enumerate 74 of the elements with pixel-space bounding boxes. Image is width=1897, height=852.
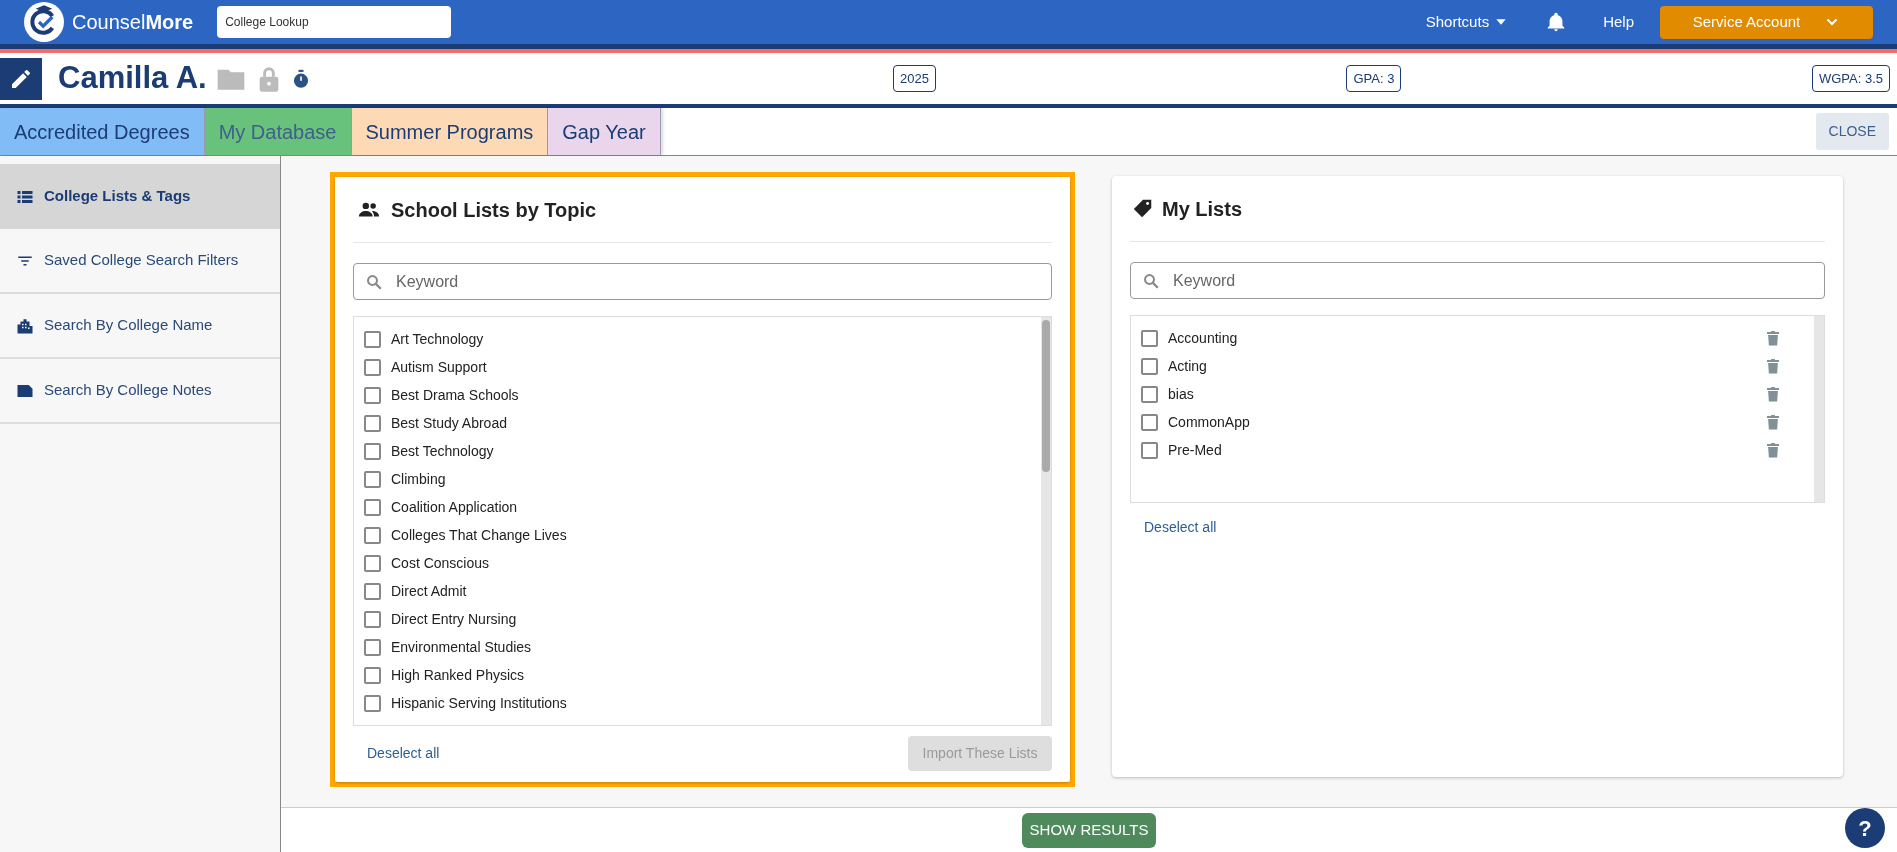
list-label: Autism Support — [391, 357, 487, 377]
list-label: Environmental Studies — [391, 637, 532, 657]
checkbox[interactable] — [364, 470, 381, 488]
wgpa-badge: WGPA: 3.5 — [1811, 64, 1890, 93]
list-label: bias — [1168, 384, 1195, 404]
scrollbar-track[interactable] — [1041, 317, 1051, 725]
sidebar-item[interactable]: College Lists & Tags — [0, 164, 280, 229]
checkbox[interactable] — [1141, 357, 1158, 375]
close-button[interactable]: CLOSE — [1815, 113, 1889, 150]
scrollbar-thumb[interactable] — [1042, 320, 1050, 472]
card-title: School Lists by Topic — [391, 197, 597, 223]
tab[interactable]: Gap Year — [548, 108, 661, 155]
card-title: My Lists — [1162, 196, 1243, 222]
search-icon — [365, 273, 383, 291]
checkbox[interactable] — [364, 358, 381, 376]
trash-icon[interactable] — [1764, 384, 1782, 404]
shortcuts-dropdown[interactable]: Shortcuts — [1419, 9, 1516, 35]
checkbox[interactable] — [1141, 385, 1158, 403]
checkbox[interactable] — [364, 694, 381, 712]
trash-icon[interactable] — [1764, 328, 1782, 348]
checkbox[interactable] — [364, 610, 381, 628]
checkbox[interactable] — [364, 442, 381, 460]
list-label: Pre-Med — [1168, 440, 1223, 460]
trash-icon[interactable] — [1764, 356, 1782, 376]
list-label: Best Drama Schools — [391, 385, 519, 405]
student-name: Camilla A. — [58, 59, 207, 98]
list-label: Best Study Abroad — [391, 413, 507, 433]
show-results-button[interactable]: SHOW RESULTS — [1021, 812, 1157, 848]
tab[interactable]: Accredited Degrees — [0, 108, 205, 155]
checkbox[interactable] — [1141, 413, 1158, 431]
checkbox[interactable] — [1141, 441, 1158, 459]
list-label: Art Technology — [391, 329, 484, 349]
sidebar-item[interactable]: Saved College Search Filters — [0, 229, 280, 294]
list-label: Best Technology — [391, 441, 494, 461]
trash-icon[interactable] — [1764, 440, 1782, 460]
deselect-all-link[interactable]: Deselect all — [367, 743, 440, 764]
tag-icon — [1132, 197, 1154, 220]
checkbox[interactable] — [364, 526, 381, 544]
search-icon — [1142, 272, 1160, 290]
tab[interactable]: Summer Programs — [351, 108, 549, 155]
sidebar-item[interactable]: Search By College Notes — [0, 359, 280, 424]
deselect-all-link[interactable]: Deselect all — [1144, 517, 1217, 538]
list-label: Cost Conscious — [391, 553, 490, 573]
gpa-badge: GPA: 3 — [1346, 64, 1402, 93]
brand-name: CounselMore — [72, 10, 194, 35]
checkbox[interactable] — [364, 386, 381, 404]
checkbox[interactable] — [364, 330, 381, 348]
checkbox[interactable] — [364, 414, 381, 432]
list-label: Hispanic Serving Institutions — [391, 693, 567, 713]
search-field[interactable]: Keyword — [353, 263, 1052, 300]
checkbox[interactable] — [364, 666, 381, 684]
checkbox[interactable] — [1141, 329, 1158, 347]
building-icon — [16, 316, 34, 335]
year-badge: 2025 — [893, 64, 936, 93]
list-label: CommonApp — [1168, 412, 1251, 432]
checkbox[interactable] — [364, 554, 381, 572]
checkbox[interactable] — [364, 498, 381, 516]
list-label: High Ranked Physics — [391, 665, 525, 685]
list-label: Coalition Application — [391, 497, 518, 517]
lookup-field[interactable]: College Lookup — [217, 6, 452, 38]
search-field[interactable]: Keyword — [1130, 262, 1825, 299]
scrollbar-track[interactable] — [1814, 316, 1824, 502]
trash-icon[interactable] — [1764, 412, 1782, 432]
list-label: Direct Entry Nursing — [391, 609, 517, 629]
checkbox[interactable] — [364, 638, 381, 656]
list-label: Climbing — [391, 469, 446, 489]
list-label: Direct Admit — [391, 581, 467, 601]
sidebar-item[interactable]: Search By College Name — [0, 294, 280, 359]
help-link[interactable]: Help — [1597, 9, 1640, 35]
list-label: Accounting — [1168, 328, 1239, 348]
edit-button[interactable] — [0, 57, 42, 100]
list-label: Colleges That Change Lives — [391, 525, 567, 545]
checkbox[interactable] — [364, 582, 381, 600]
list-label: Acting — [1168, 356, 1208, 376]
